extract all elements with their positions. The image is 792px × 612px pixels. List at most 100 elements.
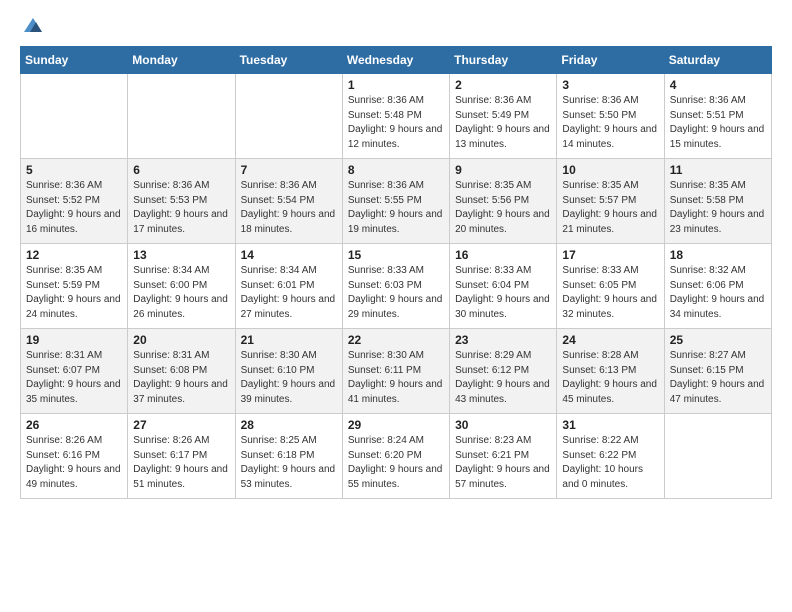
day-number: 25 [670,333,766,347]
day-number: 15 [348,248,444,262]
day-number: 14 [241,248,337,262]
day-info: Sunrise: 8:30 AMSunset: 6:10 PMDaylight:… [241,349,337,407]
day-info: Sunrise: 8:27 AMSunset: 6:15 PMDaylight:… [670,349,766,407]
day-info: Sunrise: 8:36 AMSunset: 5:53 PMDaylight:… [133,179,229,237]
calendar-cell [664,414,771,499]
day-number: 28 [241,418,337,432]
day-number: 13 [133,248,229,262]
calendar-cell: 18 Sunrise: 8:32 AMSunset: 6:06 PMDayligh… [664,244,771,329]
day-info: Sunrise: 8:36 AMSunset: 5:50 PMDaylight:… [562,94,658,152]
day-info: Sunrise: 8:36 AMSunset: 5:52 PMDaylight:… [26,179,122,237]
day-number: 7 [241,163,337,177]
day-info: Sunrise: 8:31 AMSunset: 6:07 PMDaylight:… [26,349,122,407]
day-number: 27 [133,418,229,432]
day-number: 26 [26,418,122,432]
calendar-cell: 3 Sunrise: 8:36 AMSunset: 5:50 PMDaylight… [557,74,664,159]
day-number: 22 [348,333,444,347]
day-info: Sunrise: 8:36 AMSunset: 5:55 PMDaylight:… [348,179,444,237]
header [20,16,772,34]
weekday-header-row: SundayMondayTuesdayWednesdayThursdayFrid… [21,47,772,74]
calendar-cell: 6Sunrise: 8:36 AMSunset: 5:53 PMDaylight… [128,159,235,244]
calendar-cell: 20 Sunrise: 8:31 AMSunset: 6:08 PMDayligh… [128,329,235,414]
day-info: Sunrise: 8:28 AMSunset: 6:13 PMDaylight:… [562,349,658,407]
day-number: 21 [241,333,337,347]
calendar-cell: 29 Sunrise: 8:24 AMSunset: 6:20 PMDayligh… [342,414,449,499]
calendar-cell: 19 Sunrise: 8:31 AMSunset: 6:07 PMDayligh… [21,329,128,414]
calendar-cell [21,74,128,159]
day-info: Sunrise: 8:33 AMSunset: 6:05 PMDaylight:… [562,264,658,322]
day-info: Sunrise: 8:34 AMSunset: 6:01 PMDaylight:… [241,264,337,322]
calendar-cell: 26 Sunrise: 8:26 AMSunset: 6:16 PMDayligh… [21,414,128,499]
day-number: 12 [26,248,122,262]
day-info: Sunrise: 8:32 AMSunset: 6:06 PMDaylight:… [670,264,766,322]
weekday-header: Tuesday [235,47,342,74]
calendar-cell: 25 Sunrise: 8:27 AMSunset: 6:15 PMDayligh… [664,329,771,414]
calendar-week-row: 26 Sunrise: 8:26 AMSunset: 6:16 PMDayligh… [21,414,772,499]
calendar-cell: 12Sunrise: 8:35 AMSunset: 5:59 PMDayligh… [21,244,128,329]
calendar-cell: 7 Sunrise: 8:36 AMSunset: 5:54 PMDaylight… [235,159,342,244]
day-info: Sunrise: 8:35 AMSunset: 5:58 PMDaylight:… [670,179,766,237]
day-info: Sunrise: 8:36 AMSunset: 5:48 PMDaylight:… [348,94,444,152]
calendar-cell: 14 Sunrise: 8:34 AMSunset: 6:01 PMDayligh… [235,244,342,329]
calendar-cell: 4 Sunrise: 8:36 AMSunset: 5:51 PMDaylight… [664,74,771,159]
day-info: Sunrise: 8:26 AMSunset: 6:16 PMDaylight:… [26,434,122,492]
day-number: 23 [455,333,551,347]
calendar: SundayMondayTuesdayWednesdayThursdayFrid… [20,46,772,499]
calendar-week-row: 19 Sunrise: 8:31 AMSunset: 6:07 PMDayligh… [21,329,772,414]
calendar-cell: 13 Sunrise: 8:34 AMSunset: 6:00 PMDayligh… [128,244,235,329]
calendar-cell: 10 Sunrise: 8:35 AMSunset: 5:57 PMDayligh… [557,159,664,244]
calendar-cell: 16Sunrise: 8:33 AMSunset: 6:04 PMDayligh… [450,244,557,329]
day-number: 2 [455,78,551,92]
calendar-cell: 1Sunrise: 8:36 AMSunset: 5:48 PMDaylight… [342,74,449,159]
day-number: 4 [670,78,766,92]
calendar-cell: 23 Sunrise: 8:29 AMSunset: 6:12 PMDayligh… [450,329,557,414]
calendar-cell [235,74,342,159]
calendar-cell: 17Sunrise: 8:33 AMSunset: 6:05 PMDayligh… [557,244,664,329]
calendar-week-row: 5 Sunrise: 8:36 AMSunset: 5:52 PMDaylight… [21,159,772,244]
weekday-header: Saturday [664,47,771,74]
calendar-cell: 5 Sunrise: 8:36 AMSunset: 5:52 PMDaylight… [21,159,128,244]
day-info: Sunrise: 8:29 AMSunset: 6:12 PMDaylight:… [455,349,551,407]
day-number: 11 [670,163,766,177]
calendar-cell: 9Sunrise: 8:35 AMSunset: 5:56 PMDaylight… [450,159,557,244]
weekday-header: Friday [557,47,664,74]
day-info: Sunrise: 8:36 AMSunset: 5:54 PMDaylight:… [241,179,337,237]
calendar-cell: 31 Sunrise: 8:22 AMSunset: 6:22 PMDayligh… [557,414,664,499]
day-info: Sunrise: 8:26 AMSunset: 6:17 PMDaylight:… [133,434,229,492]
calendar-cell: 27 Sunrise: 8:26 AMSunset: 6:17 PMDayligh… [128,414,235,499]
day-number: 18 [670,248,766,262]
day-number: 29 [348,418,444,432]
day-info: Sunrise: 8:24 AMSunset: 6:20 PMDaylight:… [348,434,444,492]
calendar-cell: 22 Sunrise: 8:30 AMSunset: 6:11 PMDayligh… [342,329,449,414]
calendar-cell: 30Sunrise: 8:23 AMSunset: 6:21 PMDayligh… [450,414,557,499]
page: SundayMondayTuesdayWednesdayThursdayFrid… [0,0,792,515]
day-number: 31 [562,418,658,432]
calendar-cell: 28 Sunrise: 8:25 AMSunset: 6:18 PMDayligh… [235,414,342,499]
day-info: Sunrise: 8:35 AMSunset: 5:56 PMDaylight:… [455,179,551,237]
day-number: 5 [26,163,122,177]
day-number: 20 [133,333,229,347]
day-number: 10 [562,163,658,177]
day-number: 24 [562,333,658,347]
logo [20,16,46,34]
calendar-cell: 21 Sunrise: 8:30 AMSunset: 6:10 PMDayligh… [235,329,342,414]
calendar-cell: 2Sunrise: 8:36 AMSunset: 5:49 PMDaylight… [450,74,557,159]
day-info: Sunrise: 8:23 AMSunset: 6:21 PMDaylight:… [455,434,551,492]
calendar-cell: 8 Sunrise: 8:36 AMSunset: 5:55 PMDaylight… [342,159,449,244]
day-info: Sunrise: 8:31 AMSunset: 6:08 PMDaylight:… [133,349,229,407]
logo-icon [22,16,44,34]
weekday-header: Thursday [450,47,557,74]
calendar-cell [128,74,235,159]
day-info: Sunrise: 8:36 AMSunset: 5:51 PMDaylight:… [670,94,766,152]
day-number: 8 [348,163,444,177]
calendar-cell: 15Sunrise: 8:33 AMSunset: 6:03 PMDayligh… [342,244,449,329]
day-number: 19 [26,333,122,347]
day-info: Sunrise: 8:22 AMSunset: 6:22 PMDaylight:… [562,434,658,492]
day-info: Sunrise: 8:35 AMSunset: 5:57 PMDaylight:… [562,179,658,237]
day-info: Sunrise: 8:33 AMSunset: 6:04 PMDaylight:… [455,264,551,322]
day-info: Sunrise: 8:30 AMSunset: 6:11 PMDaylight:… [348,349,444,407]
day-info: Sunrise: 8:25 AMSunset: 6:18 PMDaylight:… [241,434,337,492]
day-info: Sunrise: 8:34 AMSunset: 6:00 PMDaylight:… [133,264,229,322]
day-number: 3 [562,78,658,92]
weekday-header: Monday [128,47,235,74]
